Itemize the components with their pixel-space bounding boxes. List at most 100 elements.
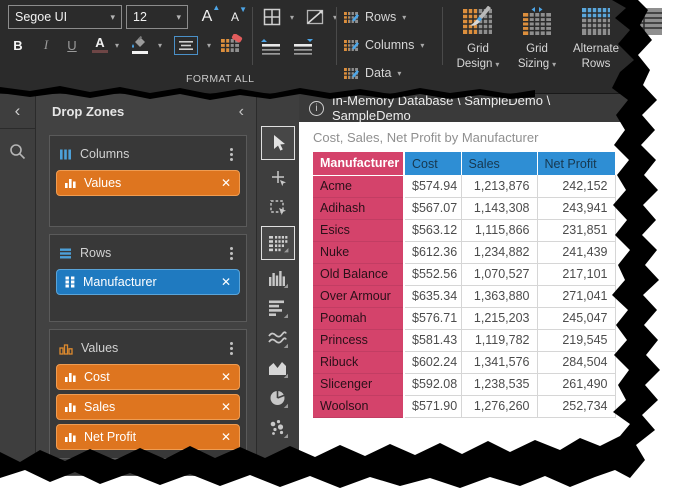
text-align-button[interactable] — [172, 34, 200, 56]
data-grid-icon — [267, 233, 289, 253]
italic-button[interactable]: I — [36, 34, 56, 56]
fill-color-button[interactable] — [128, 32, 152, 57]
area-chart-tool[interactable] — [265, 356, 291, 380]
table-row[interactable]: Princess$581.431,119,782219,545 — [313, 329, 615, 351]
partial-ribbon-button[interactable]: M — [628, 3, 668, 57]
pie-chart-icon — [268, 388, 288, 408]
font-size-combo[interactable]: 12 ▾ — [126, 5, 188, 29]
align-bottom-button[interactable] — [290, 36, 316, 58]
breadcrumb: In-Memory Database \ SampleDemo \ Sample… — [332, 93, 626, 123]
table-row[interactable]: Over Armour$635.341,363,880271,041 — [313, 285, 615, 307]
bar-chart-icon — [268, 268, 288, 288]
pointer-tool[interactable] — [261, 126, 295, 160]
grid-brush-icon — [344, 38, 359, 52]
table-row[interactable]: Slicenger$592.081,238,535261,490 — [313, 373, 615, 395]
chevron-down-icon: ▾ — [170, 12, 181, 23]
font-family-combo[interactable]: Segoe UI ▾ — [8, 5, 122, 29]
dashboard-canvas[interactable]: Cost, Sales, Net Profit by Manufacturer … — [299, 122, 636, 466]
column-header[interactable]: Sales — [461, 152, 537, 175]
list-bars-tool[interactable] — [265, 296, 291, 320]
text-align-dropdown[interactable]: ▾ — [203, 34, 215, 56]
font-family-value: Segoe UI — [15, 10, 67, 24]
clear-formatting-button[interactable] — [218, 32, 244, 56]
zone-menu-button[interactable] — [225, 245, 238, 262]
column-header[interactable]: Manufacturer — [313, 152, 404, 175]
grid-sizing-button[interactable]: Grid Sizing▾ — [510, 3, 564, 72]
table-row[interactable]: Woolson$571.901,276,260252,734 — [313, 395, 615, 417]
table-row[interactable]: Esics$563.121,115,866231,851 — [313, 219, 615, 241]
collapse-rail-button[interactable]: ‹ — [0, 94, 35, 129]
close-icon: ✕ — [221, 176, 231, 190]
font-color-dropdown[interactable]: ▾ — [112, 34, 122, 56]
bold-button[interactable]: B — [8, 34, 28, 56]
data-grid[interactable]: Manufacturer Cost Sales Net Profit Acme$… — [313, 152, 616, 418]
data-grid-tool[interactable] — [261, 226, 295, 260]
point-select-tool[interactable] — [265, 166, 291, 190]
zone-menu-button[interactable] — [225, 340, 238, 357]
column-header[interactable]: Net Profit — [537, 152, 615, 175]
table-row[interactable]: Adihash$567.071,143,308243,941 — [313, 197, 615, 219]
table-row[interactable]: Acme$574.941,213,876242,152 — [313, 175, 615, 197]
chip-cost[interactable]: Cost ✕ — [56, 364, 240, 390]
values-icon — [59, 342, 73, 355]
pie-chart-tool[interactable] — [265, 386, 291, 410]
search-button[interactable] — [8, 142, 27, 166]
format-columns-dropdown[interactable]: Columns ▾ — [344, 34, 424, 56]
columns-icon — [59, 148, 72, 161]
chip-manufacturer[interactable]: Manufacturer ✕ — [56, 269, 240, 295]
remove-chip-button[interactable]: ✕ — [221, 275, 231, 289]
borders-dropdown[interactable]: ▾ — [287, 6, 297, 28]
bar-chart-tool[interactable] — [265, 266, 291, 290]
grid-eraser-icon — [220, 34, 243, 54]
format-rows-dropdown[interactable]: Rows ▾ — [344, 6, 406, 28]
designer-surface: i In-Memory Database \ SampleDemo \ Samp… — [299, 94, 636, 466]
paint-bucket-icon — [131, 36, 149, 50]
table-row[interactable]: Poomah$576.711,215,203245,047 — [313, 307, 615, 329]
columns-zone-card: Columns Values ✕ — [49, 135, 247, 227]
panel-title: Drop Zones — [52, 104, 124, 119]
shrink-font-icon: ▼ — [239, 5, 247, 14]
font-color-swatch — [92, 50, 108, 53]
grow-font-button[interactable]: A▲ — [196, 5, 218, 29]
table-row[interactable]: Old Balance$552.561,070,527217,101 — [313, 263, 615, 285]
draw-border-dropdown[interactable]: ▾ — [330, 6, 340, 28]
zone-label: Columns — [80, 147, 129, 161]
table-row[interactable]: Ribuck$602.241,341,576284,504 — [313, 351, 615, 373]
zone-label: Rows — [80, 246, 111, 260]
table-row[interactable]: Nuke$612.361,234,882241,439 — [313, 241, 615, 263]
scatter-icon — [268, 418, 288, 438]
chip-values[interactable]: Values ✕ — [56, 170, 240, 196]
marquee-select-tool[interactable] — [265, 196, 291, 220]
remove-chip-button[interactable]: ✕ — [221, 400, 231, 414]
shrink-font-button[interactable]: A▼ — [224, 5, 246, 29]
draw-border-button[interactable] — [302, 6, 328, 28]
ribbon-separator — [336, 7, 337, 65]
zone-menu-button[interactable] — [225, 146, 238, 163]
alternate-rows-button[interactable]: Alternate Rows — [568, 3, 624, 72]
grid-design-icon — [462, 6, 494, 38]
data-source-header[interactable]: i In-Memory Database \ SampleDemo \ Samp… — [299, 94, 636, 122]
grow-font-icon: ▲ — [212, 3, 220, 12]
column-header[interactable]: Cost — [404, 152, 461, 175]
align-top-icon — [259, 38, 283, 56]
grid-design-button[interactable]: Grid Design▾ — [450, 3, 506, 72]
dimension-grid-icon — [64, 276, 76, 288]
scatter-chart-tool[interactable] — [265, 416, 291, 440]
close-icon: ✕ — [221, 400, 231, 414]
fill-color-dropdown[interactable]: ▾ — [155, 34, 165, 56]
remove-chip-button[interactable]: ✕ — [221, 176, 231, 190]
collapse-panel-button[interactable]: ‹ — [239, 103, 244, 121]
chip-sales[interactable]: Sales ✕ — [56, 394, 240, 420]
remove-chip-button[interactable]: ✕ — [221, 370, 231, 384]
format-data-dropdown[interactable]: Data ▾ — [344, 62, 401, 84]
underline-button[interactable]: U — [62, 34, 82, 56]
line-chart-tool[interactable] — [265, 326, 291, 350]
font-color-button[interactable]: A — [90, 33, 110, 56]
chevron-left-icon: ‹ — [15, 101, 21, 121]
align-top-button[interactable] — [258, 36, 284, 58]
borders-button[interactable] — [260, 6, 284, 28]
chip-net-profit[interactable]: Net Profit ✕ — [56, 424, 240, 450]
remove-chip-button[interactable]: ✕ — [221, 430, 231, 444]
measure-bars-icon — [64, 401, 77, 413]
chevron-down-icon: ▾ — [104, 12, 115, 23]
